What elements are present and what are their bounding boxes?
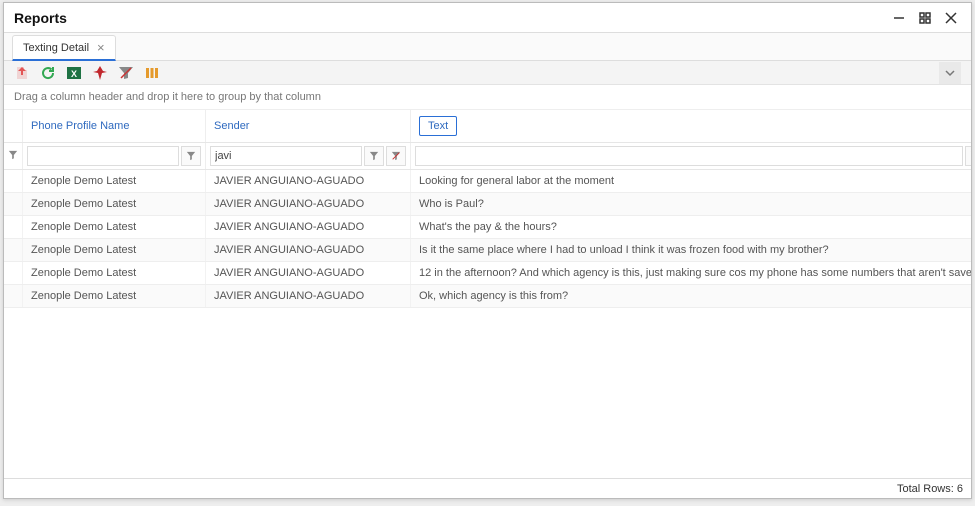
cell: JAVIER ANGUIANO-AGUADO bbox=[206, 216, 411, 239]
header-row: Phone Profile Name Sender Text Charge Co… bbox=[4, 110, 971, 143]
maximize-button[interactable] bbox=[915, 8, 935, 28]
cell: Zenople Demo Latest bbox=[23, 285, 206, 308]
tabbar: Texting Detail × bbox=[4, 33, 971, 61]
row-lead bbox=[4, 170, 23, 193]
filter-sender bbox=[206, 143, 411, 170]
filter-text bbox=[411, 143, 972, 170]
tab-label: Texting Detail bbox=[23, 42, 89, 54]
filter-text-button[interactable] bbox=[965, 146, 971, 166]
close-button[interactable] bbox=[941, 8, 961, 28]
toolbar-collapse-icon[interactable] bbox=[939, 62, 961, 84]
table-body: Zenople Demo LatestJAVIER ANGUIANO-AGUAD… bbox=[4, 170, 971, 308]
toolbar: X bbox=[4, 61, 971, 85]
row-lead bbox=[4, 262, 23, 285]
total-rows-value: 6 bbox=[957, 483, 963, 495]
svg-text:X: X bbox=[71, 69, 77, 79]
row-lead bbox=[4, 216, 23, 239]
columns-icon[interactable] bbox=[144, 65, 160, 81]
data-table: Phone Profile Name Sender Text Charge Co… bbox=[4, 110, 971, 308]
table-row[interactable]: Zenople Demo LatestJAVIER ANGUIANO-AGUAD… bbox=[4, 262, 971, 285]
total-rows-label: Total Rows: bbox=[897, 483, 954, 495]
filter-text-input[interactable] bbox=[415, 146, 963, 166]
filter-icon bbox=[8, 150, 18, 160]
header-lead bbox=[4, 110, 23, 143]
group-hint[interactable]: Drag a column header and drop it here to… bbox=[4, 85, 971, 110]
filter-sender-button[interactable] bbox=[364, 146, 384, 166]
pdf-icon[interactable] bbox=[92, 65, 108, 81]
table-row[interactable]: Zenople Demo LatestJAVIER ANGUIANO-AGUAD… bbox=[4, 216, 971, 239]
filter-row bbox=[4, 143, 971, 170]
funnel-clear-icon bbox=[391, 151, 401, 161]
cell: 12 in the afternoon? And which agency is… bbox=[411, 262, 972, 285]
row-lead bbox=[4, 239, 23, 262]
cell: Zenople Demo Latest bbox=[23, 239, 206, 262]
minimize-button[interactable] bbox=[889, 8, 909, 28]
cell: Zenople Demo Latest bbox=[23, 170, 206, 193]
funnel-icon bbox=[186, 151, 196, 161]
filter-lead[interactable] bbox=[4, 143, 23, 170]
filter-phone-profile-button[interactable] bbox=[181, 146, 201, 166]
filter-sender-clear-button[interactable] bbox=[386, 146, 406, 166]
filter-sender-input[interactable] bbox=[210, 146, 362, 166]
grid: Phone Profile Name Sender Text Charge Co… bbox=[4, 110, 971, 498]
cell: JAVIER ANGUIANO-AGUADO bbox=[206, 239, 411, 262]
table-row[interactable]: Zenople Demo LatestJAVIER ANGUIANO-AGUAD… bbox=[4, 193, 971, 216]
cell: JAVIER ANGUIANO-AGUADO bbox=[206, 193, 411, 216]
cell: What's the pay & the hours? bbox=[411, 216, 972, 239]
funnel-icon bbox=[970, 151, 971, 161]
window-title: Reports bbox=[14, 10, 883, 26]
cell: Who is Paul? bbox=[411, 193, 972, 216]
table-row[interactable]: Zenople Demo LatestJAVIER ANGUIANO-AGUAD… bbox=[4, 285, 971, 308]
filter-phone-profile bbox=[23, 143, 206, 170]
tab-texting-detail[interactable]: Texting Detail × bbox=[12, 35, 116, 61]
filter-phone-profile-input[interactable] bbox=[27, 146, 179, 166]
footer: Total Rows: 6 bbox=[4, 478, 971, 498]
cell: Zenople Demo Latest bbox=[23, 262, 206, 285]
reports-window: Reports Texting Detail × X bbox=[3, 2, 972, 499]
cell: JAVIER ANGUIANO-AGUADO bbox=[206, 262, 411, 285]
cell: Ok, which agency is this from? bbox=[411, 285, 972, 308]
clear-filter-icon[interactable] bbox=[118, 65, 134, 81]
titlebar: Reports bbox=[4, 3, 971, 33]
cell: JAVIER ANGUIANO-AGUADO bbox=[206, 170, 411, 193]
cell: Looking for general labor at the moment bbox=[411, 170, 972, 193]
header-phone-profile[interactable]: Phone Profile Name bbox=[23, 110, 206, 143]
funnel-icon bbox=[369, 151, 379, 161]
cell: JAVIER ANGUIANO-AGUADO bbox=[206, 285, 411, 308]
table-row[interactable]: Zenople Demo LatestJAVIER ANGUIANO-AGUAD… bbox=[4, 170, 971, 193]
cell: Zenople Demo Latest bbox=[23, 216, 206, 239]
grid-scroll[interactable]: Phone Profile Name Sender Text Charge Co… bbox=[4, 110, 971, 478]
row-lead bbox=[4, 285, 23, 308]
cell: Zenople Demo Latest bbox=[23, 193, 206, 216]
header-sender[interactable]: Sender bbox=[206, 110, 411, 143]
export-icon[interactable] bbox=[14, 65, 30, 81]
table-row[interactable]: Zenople Demo LatestJAVIER ANGUIANO-AGUAD… bbox=[4, 239, 971, 262]
tab-close-icon[interactable]: × bbox=[97, 41, 105, 54]
header-text[interactable]: Text bbox=[411, 110, 972, 143]
row-lead bbox=[4, 193, 23, 216]
excel-icon[interactable]: X bbox=[66, 65, 82, 81]
cell: Is it the same place where I had to unlo… bbox=[411, 239, 972, 262]
refresh-icon[interactable] bbox=[40, 65, 56, 81]
